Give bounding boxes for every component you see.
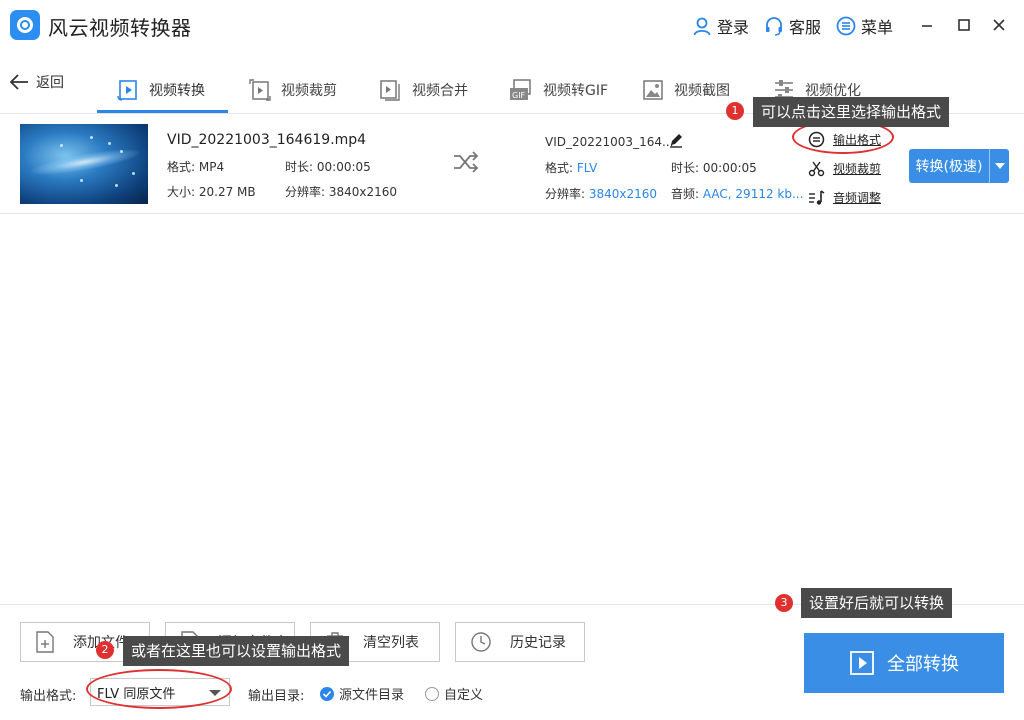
tab-video-gif[interactable]: GIF 视频转GIF <box>508 66 608 114</box>
convert-all-button[interactable]: 全部转换 <box>804 633 1004 693</box>
output-format-link[interactable]: 输出格式 <box>808 131 881 148</box>
convert-fast-label: 转换(极速) <box>915 159 983 175</box>
source-resolution: 分辨率: 3840x2160 <box>285 185 398 199</box>
service-label: 客服 <box>789 18 822 37</box>
file-row[interactable]: VID_20221003_164619.mp4 格式: MP4 时长: 00:0… <box>0 114 1024 214</box>
screenshot-icon <box>643 80 663 100</box>
annotation-tooltip-3: 设置好后就可以转换 <box>801 588 953 618</box>
music-icon <box>809 190 825 205</box>
caret-down-icon <box>994 163 1005 169</box>
radio-unchecked-icon <box>425 686 439 701</box>
back-button[interactable]: 返回 <box>8 72 64 92</box>
output-dir-label: 输出目录: <box>248 689 305 704</box>
app-logo-icon <box>10 10 40 40</box>
radio-label: 自定义 <box>444 688 484 703</box>
annotation-tooltip-2: 或者在这里也可以设置输出格式 <box>123 636 350 666</box>
caret-down-icon <box>209 690 221 696</box>
maximize-button[interactable] <box>953 14 975 36</box>
tab-video-convert[interactable]: 视频转换 <box>116 66 205 114</box>
history-label: 历史记录 <box>510 635 566 651</box>
output-format-select[interactable]: FLV 同原文件 <box>90 678 230 706</box>
output-file-name: VID_20221003_164... <box>545 135 674 149</box>
tab-label: 视频转换 <box>149 83 205 99</box>
tab-label: 视频截图 <box>674 83 730 99</box>
add-file-icon <box>36 631 54 653</box>
convert-fast-button[interactable]: 转换(极速) <box>909 149 1009 183</box>
back-label: 返回 <box>36 75 64 91</box>
annotation-badge-3: 3 <box>775 594 793 612</box>
clear-list-label: 清空列表 <box>363 635 419 651</box>
login-button[interactable]: 登录 <box>692 14 749 38</box>
tab-video-crop[interactable]: 视频裁剪 <box>248 66 337 114</box>
video-crop-icon <box>249 79 271 101</box>
source-format: 格式: MP4 <box>167 160 225 174</box>
audio-adjust-label: 音频调整 <box>833 191 882 205</box>
tab-label: 视频合并 <box>412 83 468 99</box>
source-file-name: VID_20221003_164619.mp4 <box>167 132 367 148</box>
history-button[interactable]: 历史记录 <box>455 622 585 662</box>
minimize-icon <box>922 25 932 27</box>
output-format: 格式: FLV <box>545 161 598 175</box>
active-tab-indicator <box>97 110 228 113</box>
close-icon <box>993 19 1005 31</box>
audio-adjust-link[interactable]: 音频调整 <box>808 189 881 206</box>
close-button[interactable] <box>988 14 1010 36</box>
video-crop-label: 视频裁剪 <box>833 162 882 176</box>
play-icon <box>850 651 874 675</box>
annotation-badge-1: 1 <box>726 102 744 120</box>
video-thumbnail[interactable] <box>20 124 148 204</box>
tab-video-screenshot[interactable]: 视频截图 <box>641 66 730 114</box>
output-duration: 时长: 00:00:05 <box>671 161 757 175</box>
shuffle-icon <box>454 151 479 173</box>
minimize-button[interactable] <box>916 14 938 36</box>
radio-source-dir[interactable]: 源文件目录 <box>320 684 404 703</box>
convert-all-label: 全部转换 <box>887 654 959 675</box>
tab-video-merge[interactable]: 视频合并 <box>379 66 468 114</box>
clock-icon <box>471 632 491 652</box>
tab-label: 视频裁剪 <box>281 83 337 99</box>
login-label: 登录 <box>717 18 750 37</box>
title-bar: 风云视频转换器 登录 客服 菜单 <box>0 0 1024 52</box>
pencil-icon[interactable] <box>668 132 684 148</box>
menu-button[interactable]: 菜单 <box>836 14 893 38</box>
annotation-badge-2: 2 <box>96 641 114 659</box>
service-button[interactable]: 客服 <box>764 14 821 38</box>
convert-dropdown-arrow[interactable] <box>990 163 1009 169</box>
output-format-value: FLV 同原文件 <box>97 686 176 702</box>
output-audio: 音频: AAC, 29112 kb... <box>671 187 804 201</box>
video-convert-icon <box>117 80 137 101</box>
output-format-label: 输出格式: <box>20 689 77 704</box>
radio-label: 源文件目录 <box>339 688 405 703</box>
user-icon <box>693 17 711 36</box>
tab-label: 视频转GIF <box>543 83 609 99</box>
app-title: 风云视频转换器 <box>48 16 192 40</box>
video-merge-icon <box>380 80 400 101</box>
menu-icon <box>836 16 856 36</box>
output-resolution: 分辨率: 3840x2160 <box>545 187 658 201</box>
svg-text:GIF: GIF <box>512 91 526 100</box>
gif-icon: GIF <box>510 79 531 100</box>
headset-icon <box>766 17 782 36</box>
output-format-label: 输出格式 <box>833 133 882 147</box>
source-duration: 时长: 00:00:05 <box>285 160 371 174</box>
source-size: 大小: 20.27 MB <box>167 185 256 199</box>
radio-checked-icon <box>320 686 334 701</box>
video-crop-link[interactable]: 视频裁剪 <box>808 160 881 177</box>
format-icon <box>808 131 825 148</box>
maximize-icon <box>958 19 970 31</box>
menu-label: 菜单 <box>861 18 894 37</box>
scissors-icon <box>808 161 825 177</box>
annotation-tooltip-1: 可以点击这里选择输出格式 <box>753 97 950 127</box>
radio-custom-dir[interactable]: 自定义 <box>425 684 483 703</box>
arrow-left-icon <box>9 74 28 90</box>
